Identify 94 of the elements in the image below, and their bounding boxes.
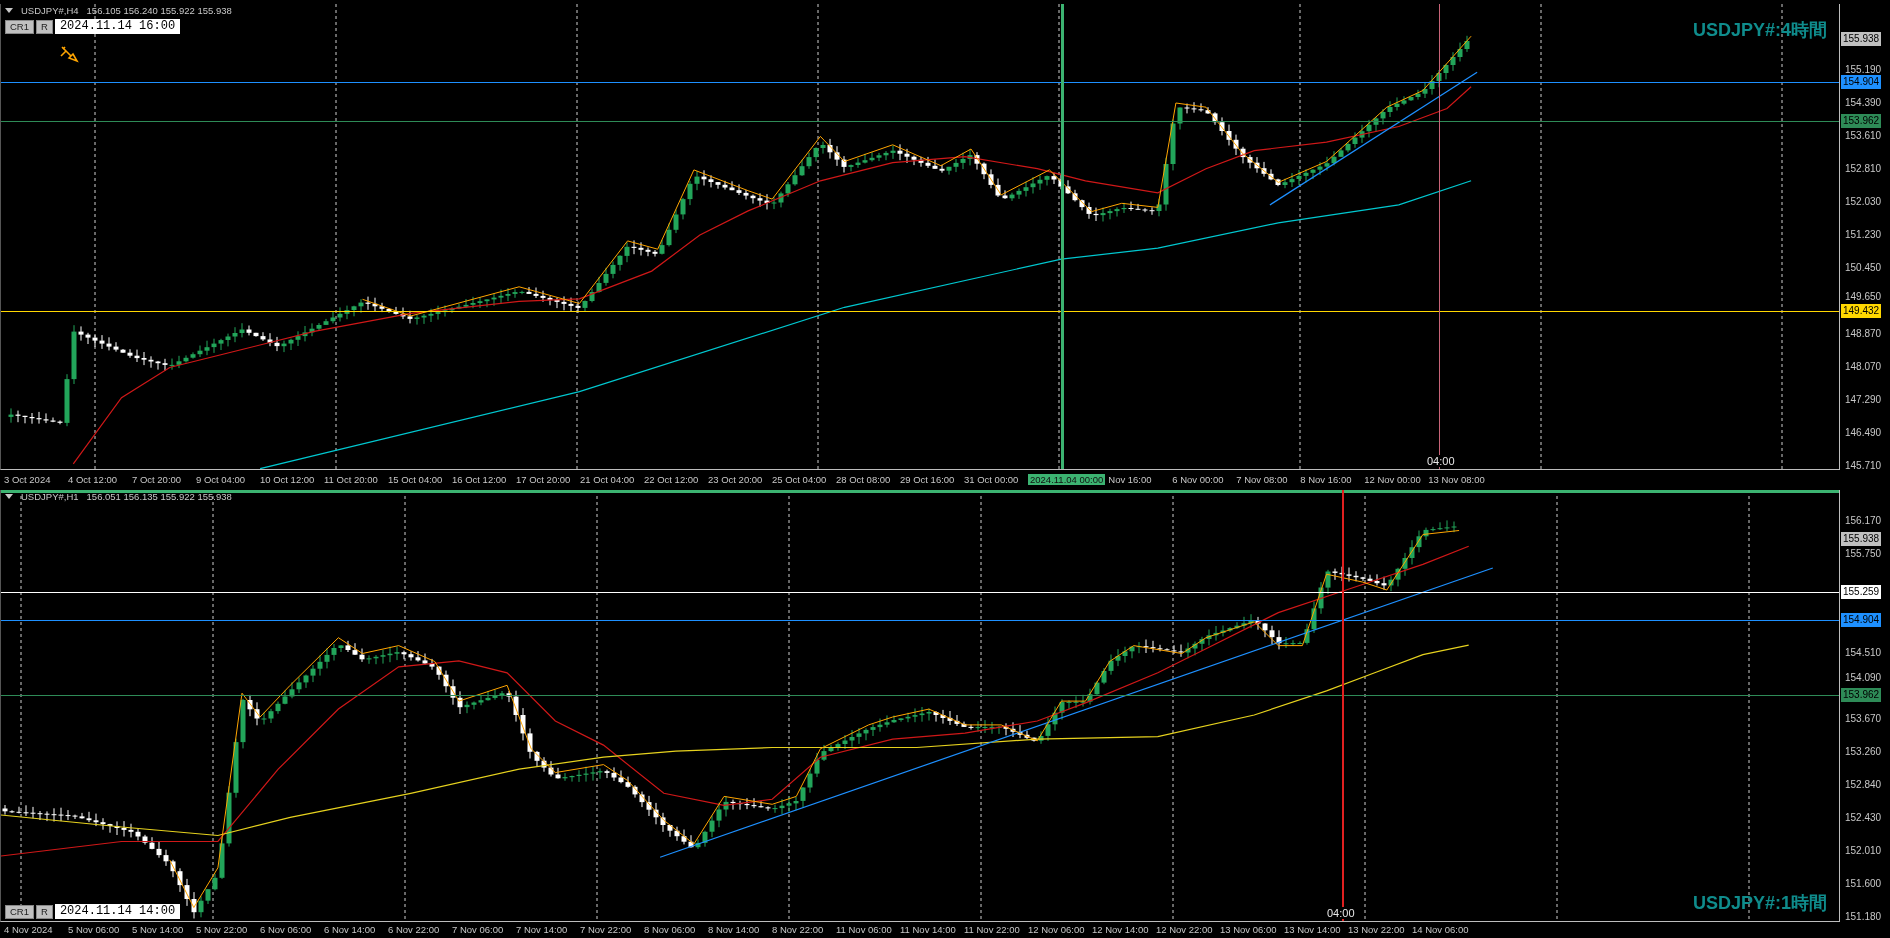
time-label: 7 Nov 22:00 (580, 923, 633, 935)
price-label: 156.170 (1845, 514, 1882, 528)
price-label: 154.510 (1845, 646, 1882, 660)
r-button[interactable]: R (36, 904, 53, 919)
ohlc-values: 156.105 156.240 155.922 155.938 (86, 5, 232, 16)
time-label: 12 Nov 22:00 (1156, 923, 1214, 935)
time-label: 29 Oct 16:00 (900, 473, 956, 485)
price-label: 151.600 (1845, 877, 1882, 891)
time-label: 4 Oct 12:00 (68, 473, 119, 485)
price-label: 153.670 (1845, 712, 1882, 726)
chart-title: USDJPY#:4時間 (1692, 19, 1827, 42)
price-label: 152.430 (1845, 811, 1882, 825)
price-label: 146.490 (1845, 426, 1882, 440)
price-label: 151.230 (1845, 228, 1882, 242)
time-label: 28 Oct 08:00 (836, 473, 892, 485)
chart-area[interactable]: 04:00 USDJPY#,H4 156.105 156.240 155.922 155.938 CR1 R 2024.11.14 16:00 USDJPY#:4時間 (0, 4, 1840, 470)
time-label: 6 Nov 14:00 (324, 923, 377, 935)
time-label: 11 Nov 22:00 (964, 923, 1021, 935)
price-label: 152.030 (1845, 195, 1882, 209)
time-label: 8 Nov 14:00 (708, 923, 761, 935)
symbol-label: USDJPY#,H1 (21, 491, 79, 502)
price-badge: 154.904 (1841, 613, 1882, 627)
price-label: 148.870 (1845, 327, 1882, 341)
time-label: 15 Oct 04:00 (388, 473, 444, 485)
time-label: 13 Nov 08:00 (1428, 473, 1486, 485)
time-label: 21 Oct 04:00 (580, 473, 636, 485)
time-label: 11 Nov 14:00 (900, 923, 957, 935)
price-label: 155.190 (1845, 63, 1882, 77)
price-badge: 155.938 (1841, 32, 1882, 46)
price-label: 152.840 (1845, 778, 1882, 792)
time-label: 3 Oct 2024 (4, 473, 52, 485)
time-label: 25 Oct 04:00 (772, 473, 828, 485)
time-label: 12 Nov 00:00 (1364, 473, 1422, 485)
time-label: 31 Oct 00:00 (964, 473, 1020, 485)
price-badge: 155.938 (1841, 532, 1882, 546)
price-badge: 154.904 (1841, 75, 1882, 89)
time-label: 5 Nov 14:00 (132, 923, 185, 935)
price-label: 152.810 (1845, 162, 1882, 176)
price-label: 154.090 (1845, 671, 1882, 685)
time-label: 4 Nov 2024 (4, 923, 54, 935)
time-field[interactable]: 2024.11.14 16:00 (54, 19, 181, 34)
time-label: 23 Oct 20:00 (708, 473, 764, 485)
cr1-button[interactable]: CR1 (5, 904, 34, 919)
price-label: 152.010 (1845, 844, 1882, 858)
price-label: 155.750 (1845, 547, 1882, 561)
price-badge: 153.962 (1841, 114, 1882, 128)
price-label: 150.450 (1845, 261, 1882, 275)
time-label: 5 Nov 06:00 (68, 923, 121, 935)
time-label: 11 Oct 20:00 (324, 473, 379, 485)
symbol-label: USDJPY#,H4 (21, 5, 79, 16)
price-badge: 153.962 (1841, 688, 1882, 702)
time-label: 6 Nov 00:00 (1172, 473, 1225, 485)
time-label: 8 Nov 06:00 (644, 923, 697, 935)
time-label: 8 Nov 22:00 (772, 923, 825, 935)
time-label: 17 Oct 20:00 (516, 473, 572, 485)
price-label: 145.710 (1845, 459, 1882, 473)
ohlc-values: 156.051 156.135 155.922 155.938 (86, 491, 232, 502)
time-label: 5 Nov 22:00 (196, 923, 249, 935)
time-field[interactable]: 2024.11.14 14:00 (54, 904, 181, 919)
time-label: 9 Oct 04:00 (196, 473, 247, 485)
time-label: 13 Nov 22:00 (1348, 923, 1406, 935)
price-label: 149.650 (1845, 290, 1882, 304)
time-label: 7 Nov 08:00 (1236, 473, 1289, 485)
price-label: 154.390 (1845, 96, 1882, 110)
time-label: 14 Nov 06:00 (1412, 923, 1470, 935)
price-badge: 155.259 (1841, 585, 1882, 599)
price-label: 151.180 (1845, 910, 1882, 924)
time-label: 16 Oct 12:00 (452, 473, 508, 485)
price-label: 153.260 (1845, 745, 1882, 759)
time-label: 7 Oct 20:00 (132, 473, 183, 485)
time-label: 6 Nov 22:00 (388, 923, 441, 935)
time-label: 13 Nov 14:00 (1284, 923, 1342, 935)
time-label: 11 Nov 06:00 (836, 923, 893, 935)
time-label: Nov 16:00 (1108, 473, 1153, 485)
cr1-button[interactable]: CR1 (5, 19, 34, 34)
price-badge: 149.432 (1841, 304, 1882, 318)
chart-title: USDJPY#:1時間 (1692, 892, 1827, 915)
time-label: 6 Nov 06:00 (260, 923, 313, 935)
time-label: 10 Oct 12:00 (260, 473, 316, 485)
chart-area[interactable]: 04:00 USDJPY#,H1 156.051 156.135 155.922 155.938 CR1 R 2024.11.14 14:00 USDJPY#:1時間 (0, 490, 1840, 922)
time-label: 7 Nov 06:00 (452, 923, 505, 935)
time-label: 12 Nov 14:00 (1092, 923, 1150, 935)
crosshair-time: 04:00 (1326, 907, 1356, 919)
time-label: 22 Oct 12:00 (644, 473, 700, 485)
r-button[interactable]: R (36, 19, 53, 34)
time-label: 12 Nov 06:00 (1028, 923, 1086, 935)
price-label: 147.290 (1845, 393, 1882, 407)
time-label: 2024.11.04 00:00 (1028, 473, 1106, 485)
time-label: 13 Nov 06:00 (1220, 923, 1278, 935)
time-label: 8 Nov 16:00 (1300, 473, 1353, 485)
crosshair-time: 04:00 (1426, 455, 1456, 467)
price-label: 148.070 (1845, 360, 1882, 374)
price-label: 153.610 (1845, 129, 1882, 143)
time-label: 7 Nov 14:00 (516, 923, 569, 935)
